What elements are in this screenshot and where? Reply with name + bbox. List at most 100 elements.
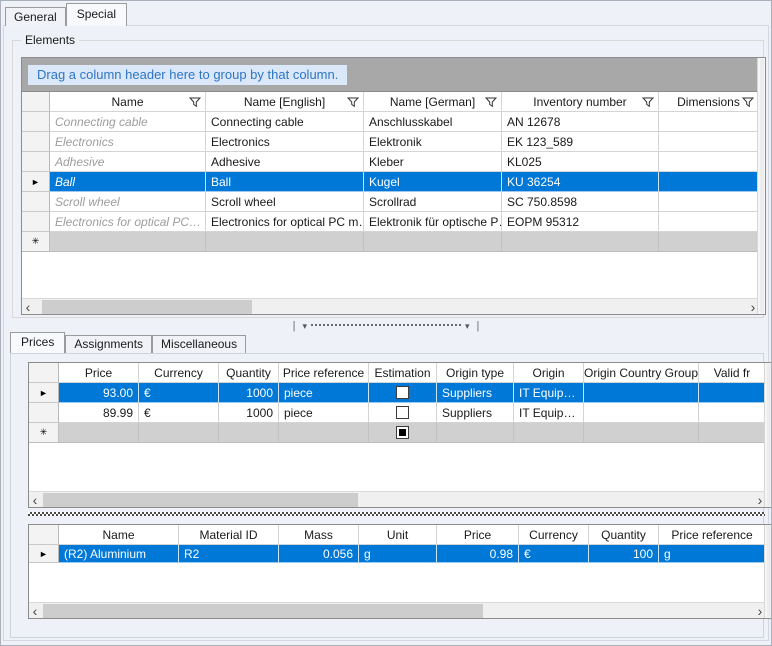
column-header-origin[interactable]: Origin: [514, 363, 584, 383]
cell-currency[interactable]: €: [139, 403, 219, 423]
estimation-checkbox-indeterminate[interactable]: [396, 426, 409, 439]
column-header-price-reference[interactable]: Price reference: [659, 525, 766, 545]
new-row-cell[interactable]: [364, 232, 502, 252]
cell-price-reference[interactable]: piece: [279, 403, 369, 423]
row-header-current[interactable]: ►: [22, 172, 50, 192]
column-header-estimation[interactable]: Estimation: [369, 363, 437, 383]
grid-splitter[interactable]: [28, 512, 765, 516]
collapse-splitter[interactable]: | ▾ ▾ |: [4, 320, 768, 332]
estimation-checkbox[interactable]: [396, 386, 409, 399]
cell-name-english[interactable]: Scroll wheel: [206, 192, 364, 212]
cell-dimensions[interactable]: [659, 212, 759, 232]
cell-dimensions[interactable]: [659, 132, 759, 152]
column-header-origin-type[interactable]: Origin type: [437, 363, 514, 383]
row-header[interactable]: [22, 192, 50, 212]
tab-special[interactable]: Special: [66, 3, 127, 26]
cell-currency[interactable]: €: [139, 383, 219, 403]
column-header-price[interactable]: Price: [437, 525, 519, 545]
cell-name-german[interactable]: Scrollrad: [364, 192, 502, 212]
cell-inventory-number[interactable]: EOPM 95312: [502, 212, 659, 232]
column-header-inventory-number[interactable]: Inventory number: [502, 92, 659, 112]
column-header-name[interactable]: Name: [59, 525, 179, 545]
splitter-arrow-icon[interactable]: ▾: [302, 321, 307, 332]
new-row-cell[interactable]: [59, 423, 139, 443]
cell-inventory-number[interactable]: KU 36254: [502, 172, 659, 192]
cell-origin-country-group[interactable]: [584, 403, 699, 423]
cell-name[interactable]: Scroll wheel: [50, 192, 206, 212]
cell-price[interactable]: 93.00: [59, 383, 139, 403]
row-header[interactable]: [29, 403, 59, 423]
new-row-header[interactable]: ✳: [29, 423, 59, 443]
elements-vertical-scrollbar[interactable]: [757, 58, 765, 314]
new-row-cell[interactable]: [279, 423, 369, 443]
row-header[interactable]: [22, 212, 50, 232]
row-header[interactable]: [22, 132, 50, 152]
cell-name[interactable]: Electronics for optical PC…: [50, 212, 206, 232]
cell-name-german[interactable]: Elektronik für optische P…: [364, 212, 502, 232]
cell-name-english[interactable]: Electronics for optical PC m…: [206, 212, 364, 232]
cell-name-german[interactable]: Anschlusskabel: [364, 112, 502, 132]
new-row-cell[interactable]: [206, 232, 364, 252]
cell-dimensions[interactable]: [659, 112, 759, 132]
column-header-valid-from[interactable]: Valid fr: [699, 363, 766, 383]
scroll-left-icon[interactable]: ‹: [22, 299, 34, 314]
new-row-cell[interactable]: [584, 423, 699, 443]
column-header-origin-country-group[interactable]: Origin Country Group: [584, 363, 699, 383]
cell-price-reference[interactable]: piece: [279, 383, 369, 403]
cell-inventory-number[interactable]: AN 12678: [502, 112, 659, 132]
cell-price-reference[interactable]: g: [659, 545, 766, 563]
new-row-cell[interactable]: [699, 423, 766, 443]
cell-name-english[interactable]: Ball: [206, 172, 364, 192]
cell-price[interactable]: 0.98: [437, 545, 519, 563]
cell-name[interactable]: Electronics: [50, 132, 206, 152]
scrollbar-thumb[interactable]: [767, 364, 771, 506]
row-header-current[interactable]: ►: [29, 545, 59, 563]
row-header[interactable]: [22, 112, 50, 132]
cell-price[interactable]: 89.99: [59, 403, 139, 423]
prices-horizontal-scrollbar[interactable]: ‹ ›: [29, 491, 766, 507]
scrollbar-thumb[interactable]: [42, 300, 252, 314]
materials-horizontal-scrollbar[interactable]: ‹ ›: [29, 602, 766, 618]
filter-icon[interactable]: [189, 97, 201, 108]
cell-inventory-number[interactable]: EK 123_589: [502, 132, 659, 152]
row-header-current[interactable]: ►: [29, 383, 59, 403]
tab-miscellaneous[interactable]: Miscellaneous: [152, 335, 246, 353]
cell-dimensions[interactable]: [659, 172, 759, 192]
scrollbar-thumb[interactable]: [767, 526, 771, 617]
new-row-cell[interactable]: [139, 423, 219, 443]
column-header-name-english[interactable]: Name [English]: [206, 92, 364, 112]
cell-quantity[interactable]: 1000: [219, 403, 279, 423]
scroll-left-icon[interactable]: ‹: [29, 603, 41, 618]
group-by-panel[interactable]: Drag a column header here to group by th…: [22, 58, 765, 92]
column-header-unit[interactable]: Unit: [359, 525, 437, 545]
filter-icon[interactable]: [485, 97, 497, 108]
tab-assignments[interactable]: Assignments: [65, 335, 152, 353]
cell-inventory-number[interactable]: SC 750.8598: [502, 192, 659, 212]
row-header[interactable]: [22, 152, 50, 172]
cell-material-id[interactable]: R2: [179, 545, 279, 563]
column-header-quantity[interactable]: Quantity: [589, 525, 659, 545]
cell-unit[interactable]: g: [359, 545, 437, 563]
cell-quantity[interactable]: 1000: [219, 383, 279, 403]
splitter-dots[interactable]: [311, 324, 461, 326]
estimation-checkbox[interactable]: [396, 406, 409, 419]
cell-origin-type[interactable]: Suppliers: [437, 403, 514, 423]
filter-icon[interactable]: [347, 97, 359, 108]
column-header-name[interactable]: Name: [50, 92, 206, 112]
new-row-cell[interactable]: [50, 232, 206, 252]
cell-name-german[interactable]: Kleber: [364, 152, 502, 172]
cell-inventory-number[interactable]: KL025: [502, 152, 659, 172]
cell-origin-country-group[interactable]: [584, 383, 699, 403]
cell-valid-from[interactable]: [699, 403, 766, 423]
new-row-cell[interactable]: [219, 423, 279, 443]
new-row-header[interactable]: ✳: [22, 232, 50, 252]
column-header-quantity[interactable]: Quantity: [219, 363, 279, 383]
prices-vertical-scrollbar[interactable]: [764, 363, 772, 507]
column-header-price[interactable]: Price: [59, 363, 139, 383]
cell-origin[interactable]: IT Equip…: [514, 383, 584, 403]
cell-name-english[interactable]: Electronics: [206, 132, 364, 152]
tab-general[interactable]: General: [5, 7, 66, 26]
elements-horizontal-scrollbar[interactable]: ‹ ›: [22, 298, 759, 314]
cell-name-english[interactable]: Connecting cable: [206, 112, 364, 132]
scrollbar-thumb[interactable]: [43, 493, 358, 507]
